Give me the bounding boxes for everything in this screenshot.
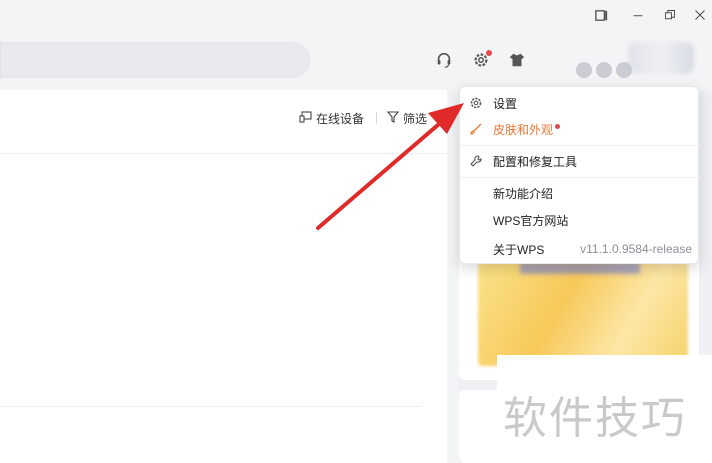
settings-menu: 设置 皮肤和外观 配置和修复工具 新功能介绍 WPS官方网站 关于WPS v11… <box>459 86 700 264</box>
menu-separator <box>460 177 700 178</box>
headset-icon[interactable] <box>434 50 454 70</box>
list-divider <box>0 406 422 407</box>
filter-button[interactable]: 筛选 <box>386 110 427 127</box>
title-bar <box>0 0 712 30</box>
watermark-text: 软件技巧 <box>503 393 687 444</box>
avatar[interactable] <box>628 42 694 74</box>
menu-item-skin[interactable]: 皮肤和外观 <box>460 117 700 141</box>
wrench-icon <box>468 153 484 169</box>
menu-item-about[interactable]: 关于WPS v11.1.0.9584-release <box>460 237 700 261</box>
promo-banner[interactable] <box>478 262 688 366</box>
menu-separator <box>460 145 700 146</box>
online-devices-label: 在线设备 <box>316 112 365 126</box>
filter-label: 筛选 <box>403 112 428 126</box>
restore-icon[interactable] <box>662 7 678 23</box>
menu-item-label: 配置和修复工具 <box>493 154 578 169</box>
search-input[interactable] <box>0 42 310 78</box>
tshirt-icon[interactable] <box>507 50 527 70</box>
tablet-mode-icon[interactable] <box>593 7 609 23</box>
notification-dot <box>555 124 560 129</box>
menu-item-label: 关于WPS <box>493 242 545 257</box>
version-text: v11.1.0.9584-release <box>580 242 692 256</box>
menu-item-label: 新功能介绍 <box>493 186 554 201</box>
notification-dot <box>486 50 492 56</box>
brush-icon <box>468 121 484 137</box>
menu-item-label: 设置 <box>493 96 518 111</box>
gear-icon <box>468 95 484 111</box>
header <box>0 30 712 90</box>
online-devices-button[interactable]: 在线设备 <box>299 110 364 127</box>
close-icon[interactable] <box>692 7 708 23</box>
member-badges <box>576 62 632 78</box>
device-icon <box>299 110 313 127</box>
menu-item-whats-new[interactable]: 新功能介绍 <box>460 181 700 205</box>
main-panel: 在线设备 筛选 <box>0 90 447 463</box>
toolbar-divider <box>376 112 377 124</box>
minimize-icon[interactable] <box>630 7 646 23</box>
menu-item-repair-tools[interactable]: 配置和修复工具 <box>460 149 700 173</box>
filter-icon <box>386 110 400 127</box>
menu-item-label: 皮肤和外观 <box>493 122 554 137</box>
menu-item-website[interactable]: WPS官方网站 <box>460 208 700 232</box>
menu-item-label: WPS官方网站 <box>493 213 569 228</box>
menu-item-settings[interactable]: 设置 <box>460 91 700 115</box>
main-toolbar: 在线设备 筛选 <box>0 90 447 154</box>
